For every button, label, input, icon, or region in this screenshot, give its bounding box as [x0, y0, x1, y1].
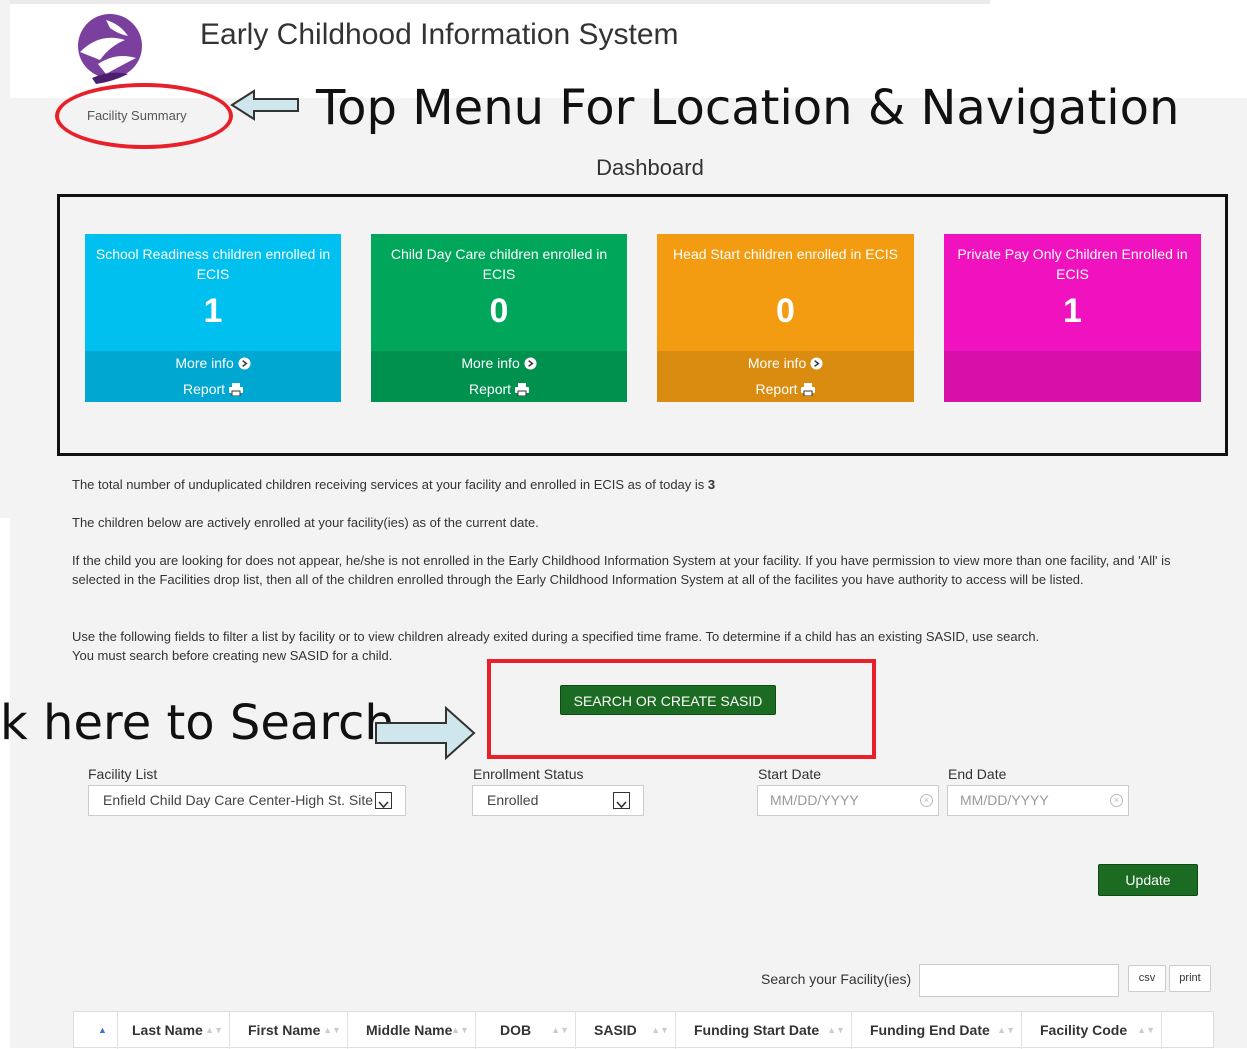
column-sasid[interactable]: SASID ▲▼ — [576, 1012, 676, 1049]
total-children-label: The total number of unduplicated childre… — [72, 477, 705, 492]
clear-icon[interactable]: × — [920, 794, 933, 807]
more-info-label: More info — [747, 355, 807, 371]
printer-icon — [801, 383, 816, 397]
more-info-link[interactable]: More info — [85, 355, 341, 371]
facility-list-label: Facility List — [88, 766, 158, 782]
ecis-logo-icon — [78, 14, 142, 84]
enrollment-status-value: Enrolled — [487, 792, 539, 808]
column-label: Funding End Date — [870, 1022, 990, 1038]
printer-icon — [514, 383, 529, 397]
tile-footer: More info Report — [657, 351, 914, 402]
table-search-label: Search your Facility(ies) — [761, 971, 912, 987]
chevron-down-icon — [613, 792, 630, 809]
sort-icon: ▲▼ — [451, 1025, 469, 1035]
clear-icon[interactable]: × — [1110, 794, 1123, 807]
start-date-placeholder: MM/DD/YYYY — [770, 792, 859, 808]
more-info-link[interactable]: More info — [371, 355, 627, 371]
tile-private-pay: Private Pay Only Children Enrolled in EC… — [944, 234, 1201, 402]
chevron-down-icon — [375, 792, 392, 809]
report-label: Report — [755, 381, 798, 397]
column-label: Funding Start Date — [694, 1022, 820, 1038]
total-children-count: 3 — [707, 477, 716, 492]
total-children-text: The total number of unduplicated childre… — [72, 475, 1202, 494]
left-gutter — [0, 0, 10, 518]
column-dob[interactable]: DOB ▲▼ — [476, 1012, 576, 1049]
print-button[interactable]: print — [1169, 965, 1211, 992]
dashboard-title: Dashboard — [596, 155, 704, 180]
annotation-right-arrow-icon — [375, 706, 476, 760]
tile-count: 1 — [1063, 292, 1082, 330]
report-label: Report — [183, 381, 226, 397]
report-link[interactable]: Report — [371, 381, 627, 397]
more-info-label: More info — [461, 355, 520, 371]
tile-title: School Readiness children enrolled in EC… — [95, 246, 331, 282]
table-search-input[interactable] — [919, 964, 1119, 997]
column-last-name[interactable]: Last Name ▲▼ — [118, 1012, 230, 1049]
column-label: Last Name — [132, 1022, 203, 1038]
tile-footer: More info Report — [371, 351, 627, 402]
tile-title: Head Start children enrolled in ECIS — [673, 246, 898, 262]
filter-instructions-1: Use the following fields to filter a lis… — [72, 629, 1040, 644]
csv-button[interactable]: csv — [1128, 965, 1166, 992]
column-label: DOB — [500, 1022, 532, 1038]
tile-title: Child Day Care children enrolled in ECIS — [390, 246, 608, 282]
app-title: Early Childhood Information System — [200, 18, 679, 51]
tile-footer — [944, 351, 1201, 402]
sort-icon: ▲▼ — [323, 1025, 341, 1035]
arrow-circle-right-icon — [810, 357, 823, 370]
column-facility-code[interactable]: Facility Code ▲▼ — [1022, 1012, 1162, 1049]
annotation-top-menu: Top Menu For Location & Navigation — [316, 80, 1180, 136]
tile-head-start: Head Start children enrolled in ECIS 0 M… — [657, 234, 914, 402]
tile-school-readiness: School Readiness children enrolled in EC… — [85, 234, 341, 402]
column-funding-end-date[interactable]: Funding End Date ▲▼ — [852, 1012, 1022, 1049]
enrollment-status-label: Enrollment Status — [473, 766, 584, 782]
facility-list-select[interactable]: Enfield Child Day Care Center-High St. S… — [88, 785, 406, 816]
sort-column-icon[interactable]: ▲ — [74, 1012, 118, 1049]
sort-icon: ▲▼ — [997, 1025, 1015, 1035]
column-middle-name[interactable]: Middle Name ▲▼ — [348, 1012, 476, 1049]
column-funding-start-date[interactable]: Funding Start Date ▲▼ — [676, 1012, 852, 1049]
annotation-oval — [55, 83, 233, 149]
sort-icon: ▲▼ — [651, 1025, 669, 1035]
sort-icon: ▲▼ — [1137, 1025, 1155, 1035]
arrow-circle-right-icon — [238, 357, 251, 370]
report-label: Report — [469, 381, 512, 397]
header-top-strip — [10, 0, 990, 4]
end-date-placeholder: MM/DD/YYYY — [960, 792, 1049, 808]
report-link[interactable]: Report — [85, 381, 341, 397]
sort-icon: ▲▼ — [205, 1025, 223, 1035]
end-date-label: End Date — [948, 766, 1007, 782]
column-label: First Name — [248, 1022, 321, 1038]
sort-icon: ▲▼ — [827, 1025, 845, 1035]
tile-count: 1 — [203, 292, 223, 330]
report-link[interactable]: Report — [657, 381, 914, 397]
column-label: Facility Code — [1040, 1022, 1128, 1038]
tile-count: 0 — [489, 292, 509, 330]
table-header: ▲ Last Name ▲▼ First Name ▲▼ Middle Name ▲▼… — [73, 1011, 1214, 1049]
update-button[interactable]: Update — [1098, 864, 1198, 896]
sort-icon: ▲▼ — [551, 1025, 569, 1035]
printer-icon — [228, 383, 243, 397]
enrollment-status-select[interactable]: Enrolled — [472, 785, 644, 816]
column-label: Middle Name — [366, 1022, 453, 1038]
tile-footer: More info Report — [85, 351, 341, 402]
tile-child-day-care: Child Day Care children enrolled in ECIS… — [371, 234, 627, 402]
more-info-link[interactable]: More info — [657, 355, 914, 371]
facility-list-value: Enfield Child Day Care Center-High St. S… — [103, 792, 374, 808]
column-first-name[interactable]: First Name ▲▼ — [230, 1012, 348, 1049]
annotation-left-arrow-icon — [230, 89, 299, 121]
not-appear-text: If the child you are looking for does no… — [72, 553, 1171, 587]
enrolled-text: The children below are actively enrolled… — [72, 515, 539, 530]
tile-title: Private Pay Only Children Enrolled in EC… — [957, 246, 1188, 282]
search-or-create-sasid-button[interactable]: SEARCH OR CREATE SASID — [560, 685, 776, 715]
column-label: SASID — [594, 1022, 637, 1038]
tile-count: 0 — [776, 292, 795, 330]
more-info-label: More info — [175, 355, 234, 371]
start-date-label: Start Date — [758, 766, 822, 782]
arrow-circle-right-icon — [524, 357, 537, 370]
end-date-input[interactable]: MM/DD/YYYY × — [947, 785, 1129, 816]
annotation-search: k here to Search — [0, 695, 395, 751]
start-date-input[interactable]: MM/DD/YYYY × — [757, 785, 939, 816]
